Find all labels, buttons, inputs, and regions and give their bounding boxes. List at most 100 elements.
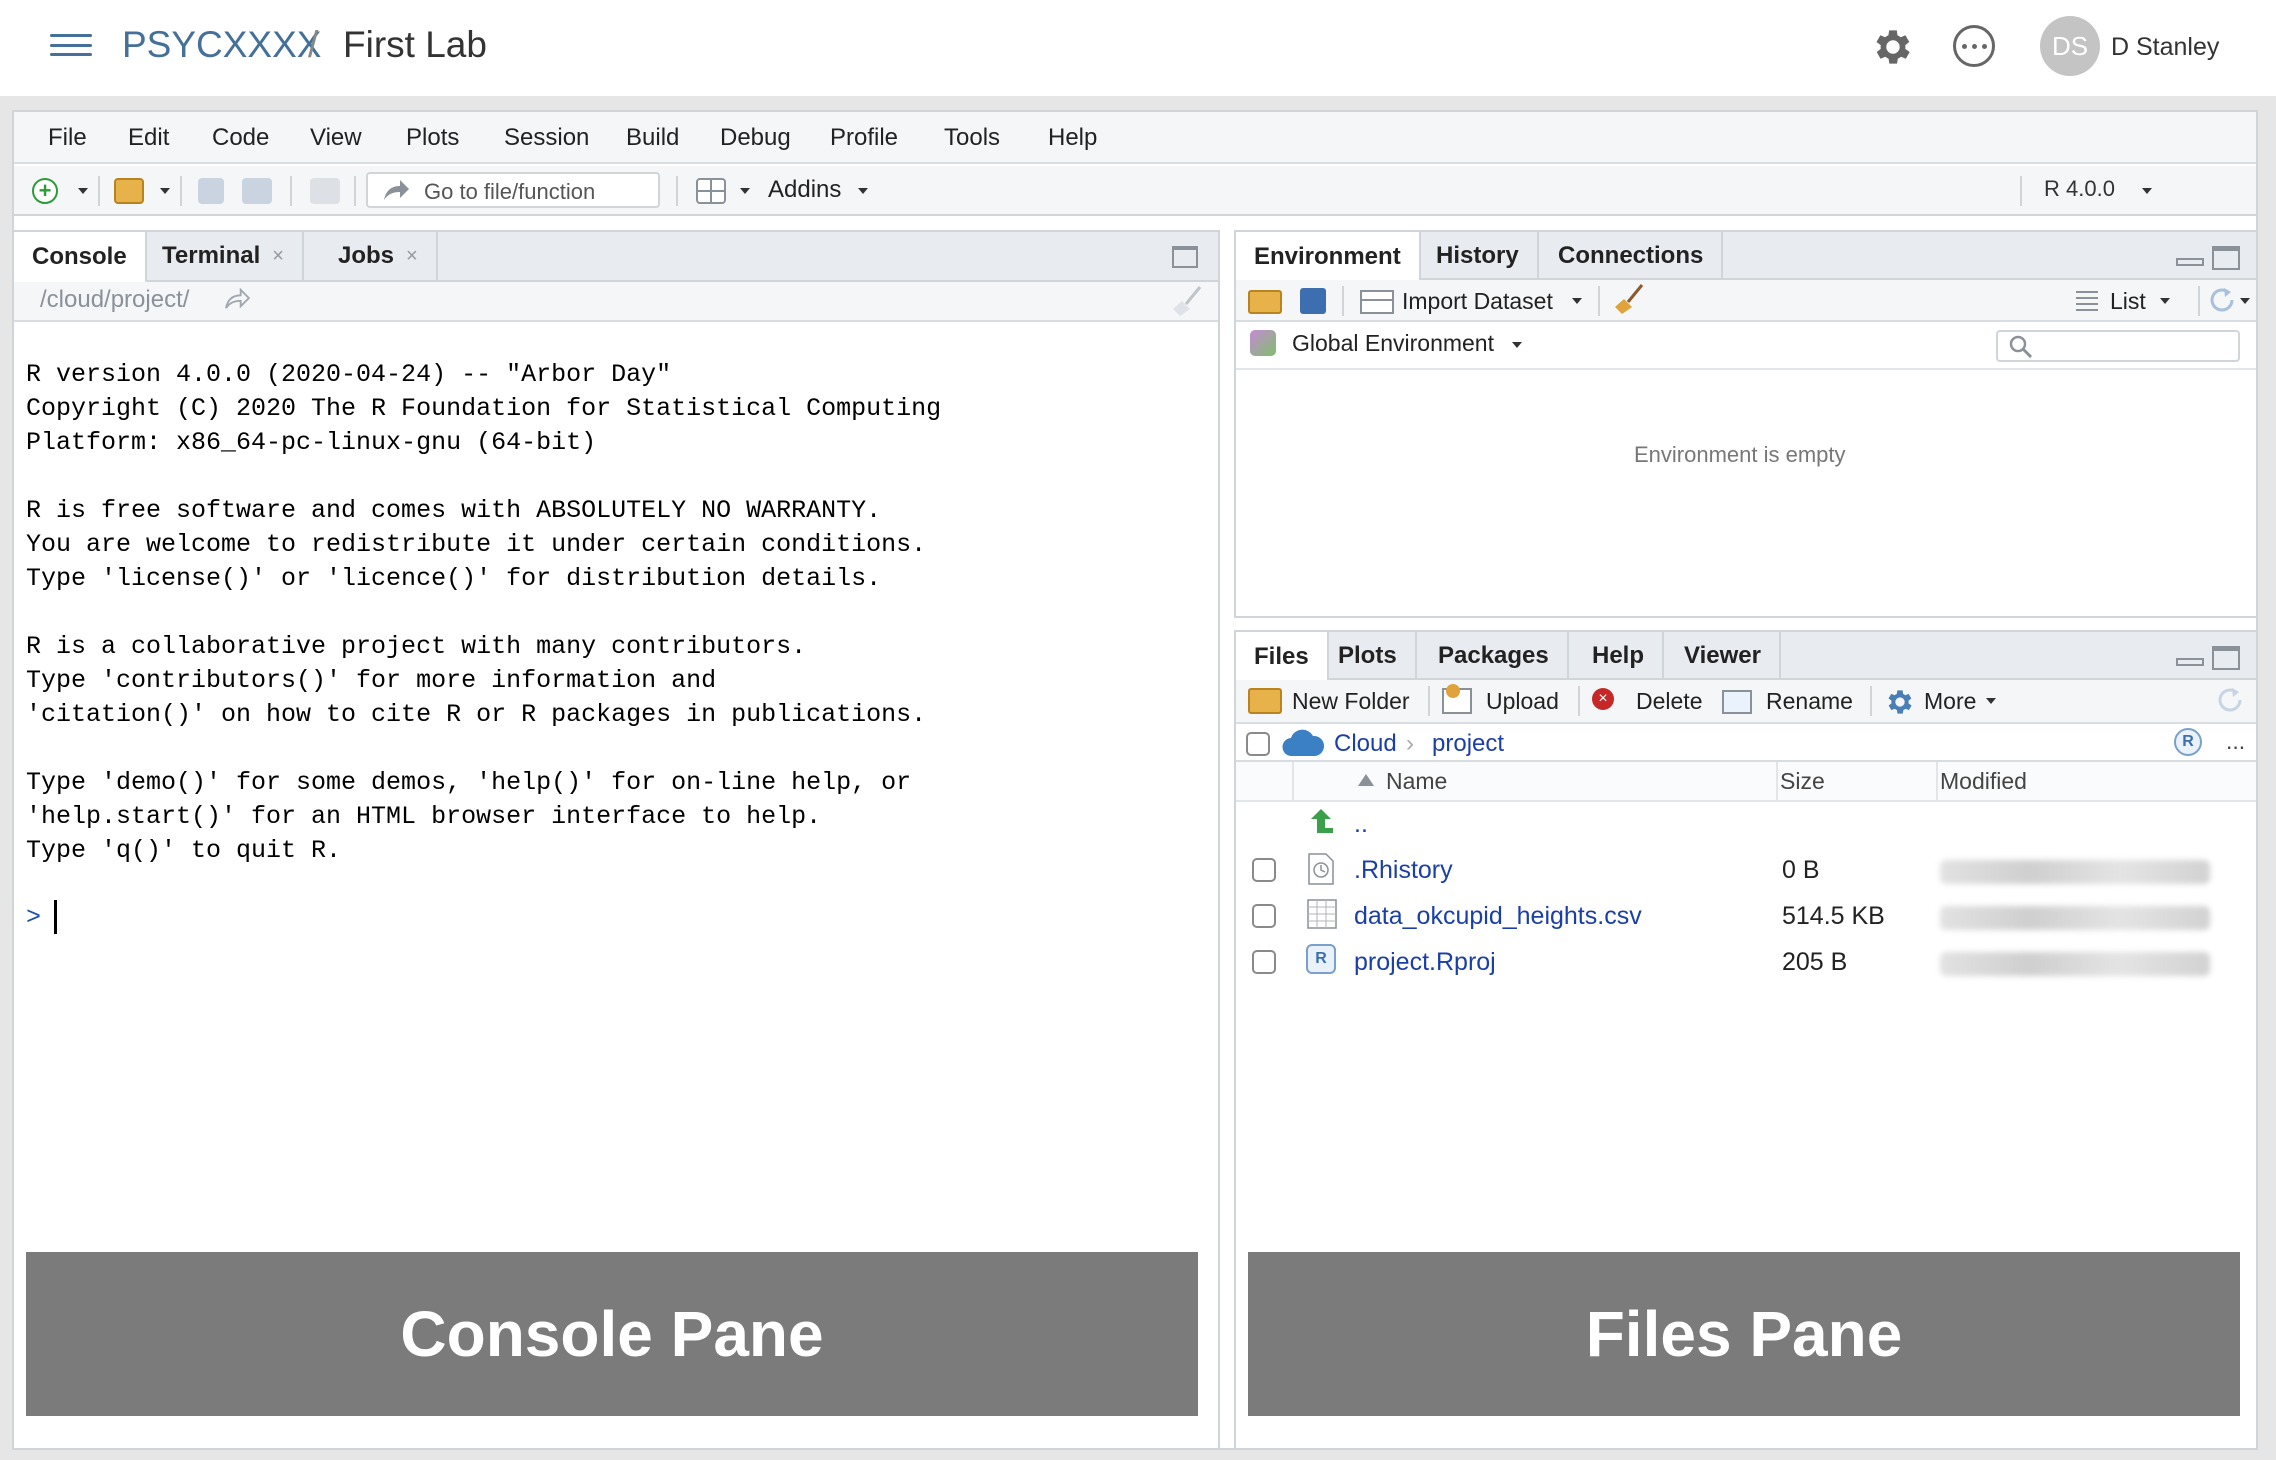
more-caret-icon[interactable]: [1986, 698, 1996, 704]
menu-help[interactable]: Help: [1048, 124, 1097, 152]
rename-icon[interactable]: [1722, 690, 1752, 714]
close-icon[interactable]: ×: [406, 245, 418, 268]
rename-button[interactable]: Rename: [1766, 688, 1853, 715]
files-tab-strip: Files Plots Packages Help Viewer: [1236, 632, 2256, 682]
menu-tools[interactable]: Tools: [944, 124, 1000, 152]
file-name-link[interactable]: data_okcupid_heights.csv: [1354, 902, 1642, 931]
tab-environment[interactable]: Environment: [1236, 232, 1421, 282]
file-modified-redacted: [1940, 906, 2210, 930]
more-options-icon[interactable]: [1953, 25, 1995, 67]
layout-caret-icon[interactable]: [740, 188, 750, 194]
tab-console[interactable]: Console: [14, 232, 147, 282]
import-caret-icon[interactable]: [1572, 298, 1582, 304]
new-folder-button[interactable]: New Folder: [1292, 688, 1410, 715]
import-dataset-icon[interactable]: [1360, 290, 1394, 314]
tab-plots[interactable]: Plots: [1320, 632, 1417, 680]
clear-console-broom-icon[interactable]: [1170, 284, 1204, 318]
environment-scope-menu[interactable]: Global Environment: [1292, 330, 1494, 357]
user-name[interactable]: D Stanley: [2111, 33, 2219, 62]
file-row-checkbox[interactable]: [1252, 858, 1276, 882]
more-files-ellipsis[interactable]: ...: [2226, 728, 2245, 755]
restore-pane-icon[interactable]: [1172, 246, 1198, 268]
maximize-pane-icon[interactable]: [2212, 246, 2240, 270]
tab-viewer[interactable]: Viewer: [1666, 632, 1781, 680]
addins-caret-icon[interactable]: [858, 188, 868, 194]
tab-files[interactable]: Files: [1236, 632, 1329, 682]
column-size[interactable]: Size: [1780, 768, 1825, 795]
tab-jobs[interactable]: Jobs ×: [320, 232, 438, 280]
close-icon[interactable]: ×: [272, 245, 284, 268]
tab-console-label: Console: [32, 243, 127, 270]
view-mode-menu[interactable]: List: [2110, 288, 2146, 315]
menu-edit[interactable]: Edit: [128, 124, 169, 152]
addins-menu[interactable]: Addins: [768, 176, 841, 204]
history-file-icon: [1308, 853, 1334, 885]
breadcrumb-cloud[interactable]: Cloud: [1334, 730, 1397, 758]
view-mode-caret-icon[interactable]: [2160, 298, 2170, 304]
goto-directory-icon[interactable]: [224, 288, 250, 310]
file-row-checkbox[interactable]: [1252, 950, 1276, 974]
menu-file[interactable]: File: [48, 124, 87, 152]
menu-build[interactable]: Build: [626, 124, 679, 152]
delete-icon[interactable]: ×: [1592, 688, 1614, 710]
refresh-caret-icon[interactable]: [2240, 298, 2250, 304]
import-dataset-menu[interactable]: Import Dataset: [1402, 288, 1553, 315]
search-icon: [2009, 335, 2033, 359]
console-input-cursor[interactable]: [54, 900, 57, 934]
clear-environment-broom-icon[interactable]: [1612, 282, 1646, 316]
workspace-link[interactable]: PSYCXXXX: [122, 24, 321, 66]
rversion-caret-icon[interactable]: [2142, 188, 2152, 194]
minimize-pane-icon[interactable]: [2176, 658, 2204, 666]
parent-directory-up-arrow-icon[interactable]: [1306, 806, 1336, 836]
upload-button[interactable]: Upload: [1486, 688, 1559, 715]
new-file-icon[interactable]: +: [32, 178, 58, 204]
column-modified[interactable]: Modified: [1940, 768, 2027, 795]
r-version-menu[interactable]: R 4.0.0: [2044, 176, 2115, 202]
tab-terminal[interactable]: Terminal ×: [144, 232, 304, 280]
refresh-files-icon[interactable]: [2214, 684, 2246, 716]
open-caret-icon[interactable]: [160, 188, 170, 194]
maximize-pane-icon[interactable]: [2212, 646, 2240, 670]
toolbar-divider: [1870, 686, 1872, 716]
menu-session[interactable]: Session: [504, 124, 589, 152]
menu-plots[interactable]: Plots: [406, 124, 459, 152]
toolbar-divider: [676, 176, 678, 206]
tab-packages[interactable]: Packages: [1420, 632, 1569, 680]
project-r-icon[interactable]: R: [2174, 728, 2202, 756]
hamburger-menu-icon[interactable]: [50, 34, 92, 56]
delete-button[interactable]: Delete: [1636, 688, 1702, 715]
more-menu[interactable]: More: [1924, 688, 1976, 715]
parent-directory-link[interactable]: ..: [1354, 810, 1368, 839]
menu-code[interactable]: Code: [212, 124, 269, 152]
file-name-link[interactable]: .Rhistory: [1354, 856, 1453, 885]
avatar[interactable]: DS: [2040, 16, 2100, 76]
layout-grid-icon[interactable]: [696, 178, 726, 204]
column-name[interactable]: Name: [1386, 768, 1447, 795]
settings-gear-icon[interactable]: [1870, 24, 1916, 70]
save-icon[interactable]: [198, 178, 224, 204]
tab-connections[interactable]: Connections: [1540, 232, 1724, 280]
menu-debug[interactable]: Debug: [720, 124, 791, 152]
goto-arrow-icon: [384, 180, 409, 200]
save-workspace-icon[interactable]: [1300, 288, 1326, 314]
menu-view[interactable]: View: [310, 124, 362, 152]
top-bar: [0, 0, 2276, 96]
tab-history[interactable]: History: [1418, 232, 1539, 280]
file-row-checkbox[interactable]: [1252, 904, 1276, 928]
refresh-environment-icon[interactable]: [2206, 284, 2238, 316]
save-all-icon[interactable]: [242, 178, 272, 204]
tab-help[interactable]: Help: [1574, 632, 1665, 680]
print-icon[interactable]: [310, 178, 340, 204]
new-folder-icon[interactable]: [1248, 688, 1282, 714]
scope-caret-icon[interactable]: [1512, 342, 1522, 348]
more-gear-icon[interactable]: [1884, 686, 1916, 718]
open-folder-icon[interactable]: [114, 178, 144, 204]
breadcrumb-project[interactable]: project: [1432, 730, 1504, 758]
menu-profile[interactable]: Profile: [830, 124, 898, 152]
sort-ascending-icon[interactable]: [1358, 774, 1374, 786]
minimize-pane-icon[interactable]: [2176, 258, 2204, 266]
new-file-caret-icon[interactable]: [78, 188, 88, 194]
load-workspace-icon[interactable]: [1248, 290, 1282, 314]
select-all-checkbox[interactable]: [1246, 732, 1270, 756]
file-name-link[interactable]: project.Rproj: [1354, 948, 1496, 977]
